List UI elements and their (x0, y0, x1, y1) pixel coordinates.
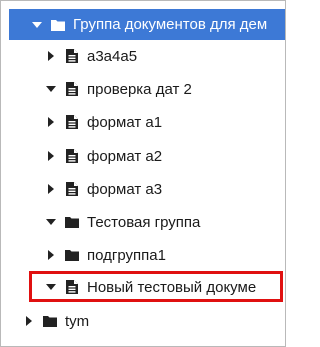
tree-item-label: формат а2 (87, 147, 163, 165)
tree-item-label: формат а3 (87, 180, 163, 198)
caret-right-icon[interactable] (45, 50, 57, 62)
tree-item-label: Тестовая группа (87, 213, 201, 231)
caret-down-icon[interactable] (45, 83, 57, 95)
caret-right-icon[interactable] (45, 183, 57, 195)
document-icon (65, 81, 79, 97)
tree-item-label: проверка дат 2 (87, 80, 192, 98)
tree-item-label: tym (65, 312, 90, 330)
document-icon (65, 48, 79, 64)
tree-item-document[interactable]: а3а4а5 (1, 41, 285, 71)
document-icon (65, 114, 79, 130)
tree-item-document[interactable]: проверка дат 2 (1, 74, 285, 104)
tree-item-label: формат а1 (87, 113, 163, 131)
caret-down-icon[interactable] (45, 216, 57, 228)
folder-icon (65, 247, 79, 263)
folder-icon (65, 214, 79, 230)
caret-down-icon[interactable] (31, 19, 43, 31)
tree-item-document[interactable]: формат а3 (1, 174, 285, 204)
document-icon (65, 148, 79, 164)
tree-item-document[interactable]: Новый тестовый докуме (1, 272, 285, 302)
document-tree: Группа документов для дем а3а4а5 проверк… (1, 1, 285, 346)
tree-item-folder[interactable]: tym (1, 306, 285, 336)
tree-item-folder[interactable]: Тестовая группа (1, 207, 285, 237)
tree-item-label: а3а4а5 (87, 47, 138, 65)
tree-item-label: подгруппа1 (87, 246, 166, 264)
folder-icon (51, 17, 65, 33)
caret-right-icon[interactable] (45, 150, 57, 162)
folder-icon (43, 313, 57, 329)
tree-item-root-group[interactable]: Группа документов для дем (9, 9, 285, 40)
tree-panel: Группа документов для дем а3а4а5 проверк… (0, 0, 286, 347)
document-icon (65, 279, 79, 295)
tree-item-document[interactable]: формат а2 (1, 141, 285, 171)
caret-right-icon[interactable] (45, 116, 57, 128)
tree-item-label: Новый тестовый докуме (87, 278, 257, 296)
caret-right-icon[interactable] (45, 249, 57, 261)
document-icon (65, 181, 79, 197)
caret-down-icon[interactable] (45, 281, 57, 293)
caret-right-icon[interactable] (23, 315, 35, 327)
tree-item-folder[interactable]: подгруппа1 (1, 240, 285, 270)
tree-item-document[interactable]: формат а1 (1, 107, 285, 137)
tree-item-label: Группа документов для дем (73, 16, 268, 33)
